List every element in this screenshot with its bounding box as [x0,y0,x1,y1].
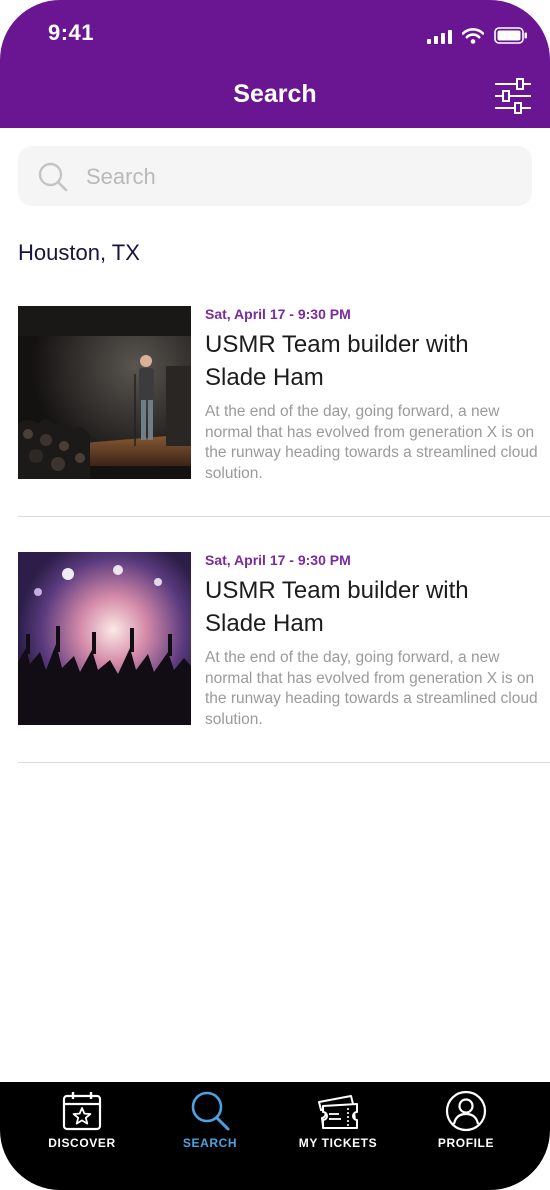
event-date: Sat, April 17 - 9:30 PM [205,306,351,322]
tab-bar: DISCOVER SEARCH MY TICKETS PROFILE [0,1082,550,1190]
divider [18,762,550,763]
cellular-signal-icon [427,28,452,44]
tab-search[interactable]: SEARCH [155,1090,265,1160]
event-description: At the end of the day, going forward, a … [205,403,538,482]
event-card[interactable]: Sat, April 17 - 9:30 PM USMR Team builde… [18,552,550,762]
tab-label: SEARCH [182,1136,238,1150]
tab-label: MY TICKETS [298,1136,378,1150]
event-title: USMR Team builder with Slade Ham [205,577,469,637]
search-icon [38,162,68,192]
search-input[interactable] [84,156,518,198]
event-image-concert [18,552,191,725]
event-card[interactable]: Sat, April 17 - 9:30 PM USMR Team builde… [18,306,550,516]
location-heading: Houston, TX [18,240,140,265]
search-bar [18,146,532,206]
status-time: 9:41 [48,20,95,45]
search-icon [191,1091,230,1131]
status-icons [427,22,528,44]
user-circle-icon [445,1090,487,1132]
divider [18,516,550,517]
tab-label: DISCOVER [48,1136,116,1150]
event-date: Sat, April 17 - 9:30 PM [205,552,351,568]
event-description: At the end of the day, going forward, a … [205,649,538,728]
filter-button[interactable] [493,76,533,116]
battery-icon [494,27,527,44]
calendar-star-icon [62,1092,102,1131]
header: 9:41 Search [0,0,550,128]
event-title: USMR Team builder with Slade Ham [205,331,469,391]
tickets-icon [318,1095,358,1129]
tab-profile[interactable]: PROFILE [411,1090,521,1160]
wifi-icon [462,28,484,44]
app-screen: 9:41 Search Search Houston, TX Sat, Apri… [0,0,550,1190]
tab-label: PROFILE [437,1136,495,1150]
tab-discover[interactable]: DISCOVER [27,1090,137,1160]
page-title: Search [233,80,317,108]
sliders-icon [495,78,531,114]
tab-my-tickets[interactable]: MY TICKETS [283,1090,393,1160]
event-image-comedian [18,306,191,479]
